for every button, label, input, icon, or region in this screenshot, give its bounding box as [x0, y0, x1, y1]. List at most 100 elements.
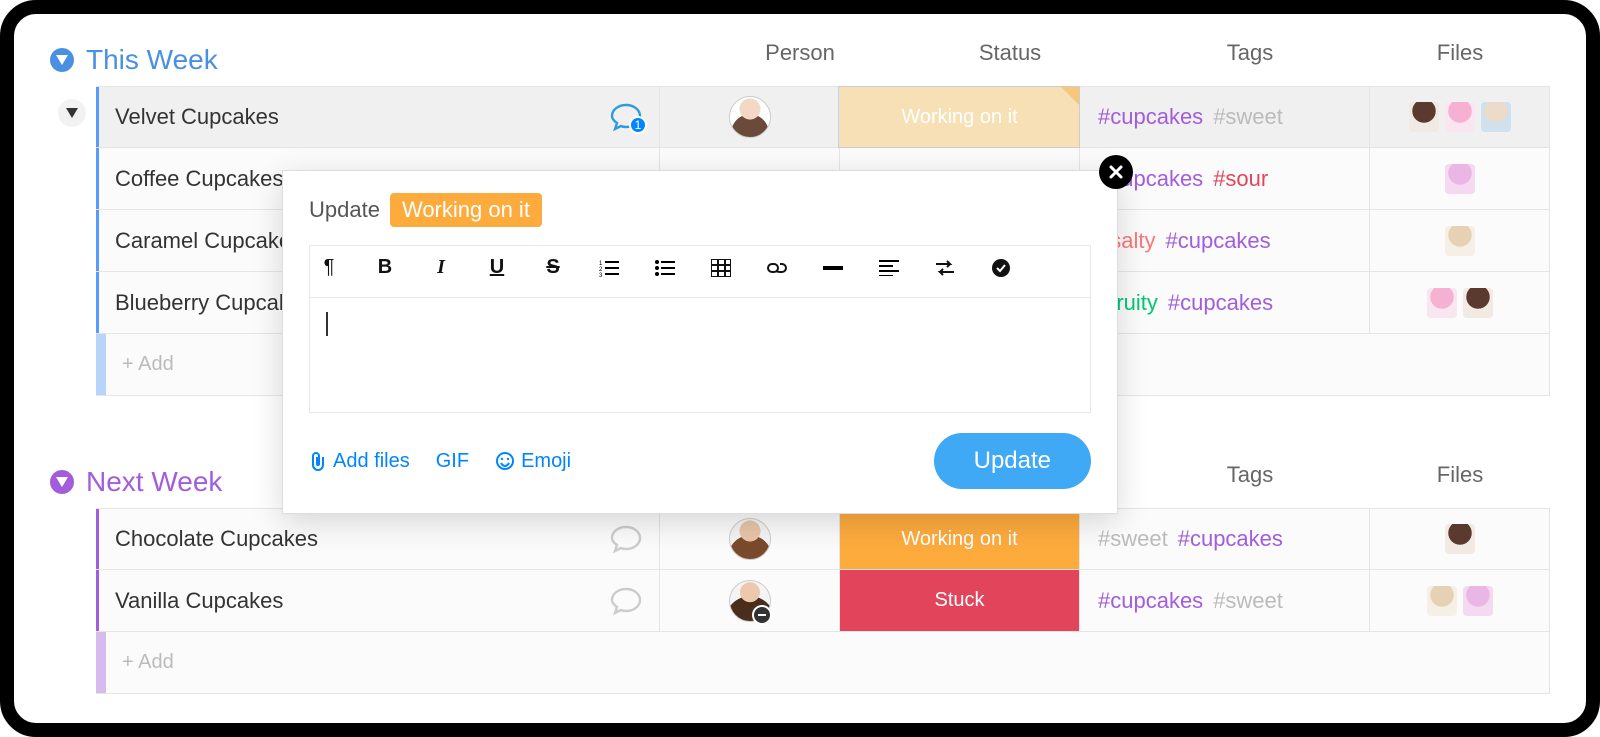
cell-tags[interactable]: #cupcakes #sweet [1079, 87, 1369, 147]
chat-icon[interactable]: 1 [609, 102, 643, 132]
bold-icon[interactable]: B [374, 256, 396, 279]
cell-person[interactable] [659, 87, 839, 147]
tag[interactable]: #cupcakes [1098, 104, 1203, 130]
cell-files[interactable] [1369, 509, 1549, 569]
column-header-files: Files [1370, 40, 1550, 66]
file-thumbnail[interactable] [1481, 102, 1511, 132]
row-accent [96, 334, 106, 395]
board-container: Person Status Tags Files This Week Velve… [0, 0, 1600, 737]
add-files-button[interactable]: Add files [309, 450, 410, 473]
status-label: Working on it [901, 106, 1017, 129]
status-note-icon [1061, 87, 1079, 105]
cell-tags[interactable]: #fruity #cupcakes [1079, 272, 1369, 333]
smile-icon [495, 451, 515, 471]
columns-header: Person Status Tags Files [710, 40, 1550, 66]
status-cell[interactable]: Stuck [839, 570, 1079, 631]
item-name: Caramel Cupcakes [115, 228, 302, 254]
paragraph-icon[interactable]: ¶ [318, 256, 340, 279]
tag[interactable]: #cupcakes [1165, 228, 1270, 254]
tag[interactable]: #cupcakes [1168, 290, 1273, 316]
column-header-files: Files [1370, 462, 1550, 488]
tag[interactable]: #sweet [1098, 526, 1168, 552]
row-accent [96, 632, 106, 693]
add-row-label: + Add [106, 353, 174, 376]
cell-name[interactable]: Chocolate Cupcakes [99, 524, 659, 554]
emoji-button[interactable]: Emoji [495, 450, 571, 473]
chat-icon[interactable] [609, 524, 643, 554]
file-thumbnail[interactable] [1463, 288, 1493, 318]
cell-files[interactable] [1369, 272, 1549, 333]
cell-files[interactable] [1369, 148, 1549, 209]
table-icon[interactable] [710, 259, 732, 277]
close-icon[interactable] [1099, 155, 1133, 189]
status-cell[interactable]: Working on it [839, 509, 1079, 569]
underline-icon[interactable]: U [486, 256, 508, 279]
file-thumbnail[interactable] [1445, 164, 1475, 194]
avatar [729, 518, 771, 560]
footer-actions: Add files GIF Emoji [309, 450, 571, 473]
gif-label: GIF [436, 450, 469, 473]
file-thumbnail[interactable] [1427, 288, 1457, 318]
add-files-label: Add files [333, 450, 410, 473]
file-thumbnail[interactable] [1445, 524, 1475, 554]
table-row[interactable]: Vanilla Cupcakes Stuck #cupcakes #s [96, 570, 1550, 632]
unordered-list-icon[interactable] [654, 259, 676, 277]
status-cell[interactable]: Working on it [839, 87, 1079, 147]
cell-files[interactable] [1369, 87, 1549, 147]
tag[interactable]: #cupcakes [1178, 526, 1283, 552]
add-row[interactable]: + Add [96, 632, 1550, 694]
strike-icon[interactable]: S [542, 256, 564, 279]
group-title: This Week [86, 44, 218, 76]
file-thumbnail[interactable] [1427, 586, 1457, 616]
cell-tags[interactable]: #sweet #cupcakes [1079, 509, 1369, 569]
row-toggle-icon[interactable] [58, 99, 86, 127]
file-thumbnail[interactable] [1445, 226, 1475, 256]
popover-footer: Add files GIF Emoji Update [309, 433, 1091, 489]
cell-name[interactable]: Velvet Cupcakes 1 [99, 102, 659, 132]
column-header-status: Status [890, 40, 1130, 66]
cell-files[interactable] [1369, 210, 1549, 271]
collapse-icon[interactable] [50, 48, 74, 72]
column-header-person: Person [710, 40, 890, 66]
tag[interactable]: #sweet [1213, 588, 1283, 614]
status-label: Working on it [901, 528, 1017, 551]
popover-status-pill: Working on it [390, 193, 542, 227]
cell-tags[interactable]: #cupcakes #sweet [1079, 570, 1369, 631]
item-name: Vanilla Cupcakes [115, 588, 283, 614]
gif-button[interactable]: GIF [436, 450, 469, 473]
tag[interactable]: #cupcakes [1098, 588, 1203, 614]
align-icon[interactable] [878, 260, 900, 276]
update-popover: Update Working on it ¶ B I U S 123 [282, 170, 1118, 514]
link-icon[interactable] [766, 259, 788, 277]
text-caret [326, 312, 328, 336]
cell-files[interactable] [1369, 570, 1549, 631]
italic-icon[interactable]: I [430, 256, 452, 279]
cell-person[interactable] [659, 570, 839, 631]
group-title: Next Week [86, 466, 222, 498]
file-thumbnail[interactable] [1463, 586, 1493, 616]
column-header-tags: Tags [1130, 462, 1370, 488]
add-row-label: + Add [106, 651, 174, 674]
status-label: Stuck [934, 589, 984, 612]
cell-person[interactable] [659, 509, 839, 569]
horizontal-rule-icon[interactable] [822, 266, 844, 270]
update-button[interactable]: Update [934, 433, 1091, 489]
checklist-icon[interactable] [990, 258, 1012, 278]
file-thumbnail[interactable] [1409, 102, 1439, 132]
column-header-tags: Tags [1130, 40, 1370, 66]
editor-toolbar: ¶ B I U S 123 [309, 245, 1091, 297]
ordered-list-icon[interactable]: 123 [598, 259, 620, 277]
update-text-editor[interactable] [309, 297, 1091, 413]
svg-text:3: 3 [599, 273, 603, 277]
table-row[interactable]: Chocolate Cupcakes Working on it #sweet … [96, 508, 1550, 570]
cell-tags[interactable]: #salty #cupcakes [1079, 210, 1369, 271]
collapse-icon[interactable] [50, 470, 74, 494]
emoji-label: Emoji [521, 450, 571, 473]
cell-name[interactable]: Vanilla Cupcakes [99, 586, 659, 616]
direction-icon[interactable] [934, 260, 956, 276]
file-thumbnail[interactable] [1445, 102, 1475, 132]
tag[interactable]: #sour [1213, 166, 1268, 192]
chat-icon[interactable] [609, 586, 643, 616]
tag[interactable]: #sweet [1213, 104, 1283, 130]
table-row[interactable]: Velvet Cupcakes 1 Working on it #cupcake… [96, 86, 1550, 148]
